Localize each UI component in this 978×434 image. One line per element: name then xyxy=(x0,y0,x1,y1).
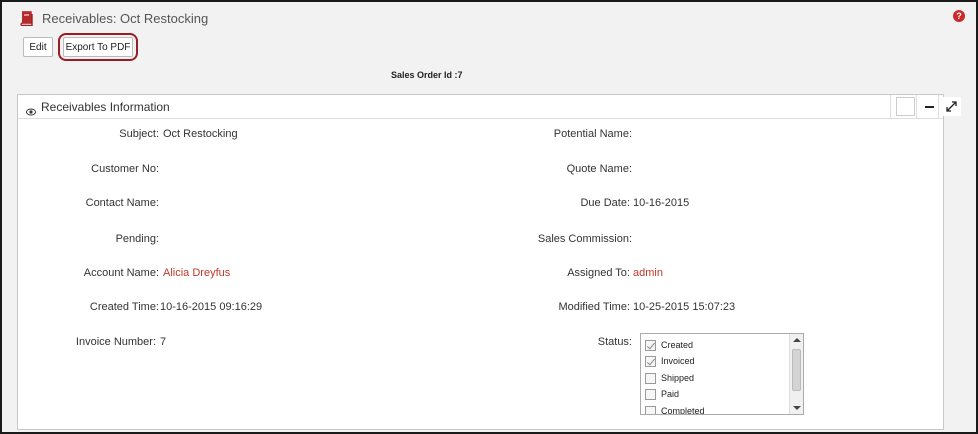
status-option-label: Shipped xyxy=(661,373,695,383)
help-icon[interactable]: ? xyxy=(953,10,965,22)
page-title: Receivables: Oct Restocking xyxy=(42,10,209,26)
panel-header: Receivables Information xyxy=(18,95,961,119)
due-date-value: 10-16-2015 xyxy=(633,197,690,209)
invoice-number-label: Invoice Number: xyxy=(75,336,156,348)
status-checkbox[interactable] xyxy=(645,355,656,367)
status-option-label: Paid xyxy=(661,389,680,399)
status-label: Status: xyxy=(597,336,632,348)
subject-value: Oct Restocking xyxy=(163,128,238,140)
export-pdf-button[interactable]: Export To PDF xyxy=(63,37,133,57)
status-listbox[interactable]: Created Invoiced Shipped Paid Completed xyxy=(640,333,804,415)
eye-icon[interactable] xyxy=(26,103,36,116)
minimize-icon[interactable] xyxy=(920,97,939,116)
status-checkbox[interactable] xyxy=(645,339,656,351)
created-time-label: Created Time: xyxy=(89,301,159,313)
modified-time-value: 10-25-2015 15:07:23 xyxy=(633,301,736,313)
window-frame: Receivables: Oct Restocking ? Edit Expor… xyxy=(0,0,978,434)
sales-commission-label: Sales Commission: xyxy=(537,233,632,245)
status-scrollbar[interactable] xyxy=(789,334,803,414)
receivables-panel: Receivables Information xyxy=(17,94,961,430)
account-name-link[interactable]: Alicia Dreyfus xyxy=(163,267,230,279)
potential-name-label: Potential Name: xyxy=(553,128,632,140)
status-option-label: Completed xyxy=(661,406,705,415)
status-checkbox[interactable] xyxy=(645,372,656,384)
due-date-label: Due Date: xyxy=(580,197,630,209)
scroll-thumb[interactable] xyxy=(792,349,801,391)
book-icon xyxy=(20,10,34,26)
modified-time-label: Modified Time: xyxy=(558,301,630,313)
customer-no-label: Customer No: xyxy=(91,163,159,175)
status-checkbox[interactable] xyxy=(645,405,656,414)
edit-button[interactable]: Edit xyxy=(23,37,53,57)
invoice-number-value: 7 xyxy=(160,336,167,348)
scroll-up-icon[interactable] xyxy=(793,338,801,342)
status-option[interactable]: Invoiced xyxy=(645,354,695,368)
status-option[interactable]: Shipped xyxy=(645,371,694,385)
header-divider xyxy=(938,95,939,119)
title-bar: Receivables: Oct Restocking xyxy=(20,9,208,27)
status-option-label: Created xyxy=(661,340,694,350)
contact-name-label: Contact Name: xyxy=(85,197,159,209)
assigned-to-link[interactable]: admin xyxy=(633,267,663,279)
quote-name-label: Quote Name: xyxy=(566,163,632,175)
expand-icon[interactable] xyxy=(942,97,961,116)
panel-title: Receivables Information xyxy=(41,100,170,114)
status-option-label: Invoiced xyxy=(661,356,695,366)
scroll-down-icon[interactable] xyxy=(793,406,801,410)
pending-label: Pending: xyxy=(115,233,159,245)
panel-select-checkbox[interactable] xyxy=(896,97,915,116)
header-divider xyxy=(890,95,891,119)
status-option[interactable]: Created xyxy=(645,338,693,352)
created-time-value: 10-16-2015 09:16:29 xyxy=(160,301,263,313)
account-name-label: Account Name: xyxy=(83,267,159,279)
assigned-to-label: Assigned To: xyxy=(567,267,630,279)
status-option[interactable]: Completed xyxy=(645,404,705,415)
header-divider xyxy=(916,95,917,119)
status-option[interactable]: Paid xyxy=(645,387,679,401)
subject-label: Subject: xyxy=(119,128,159,140)
sales-order-id: Sales Order Id :7 xyxy=(391,70,463,80)
status-checkbox[interactable] xyxy=(645,388,656,400)
